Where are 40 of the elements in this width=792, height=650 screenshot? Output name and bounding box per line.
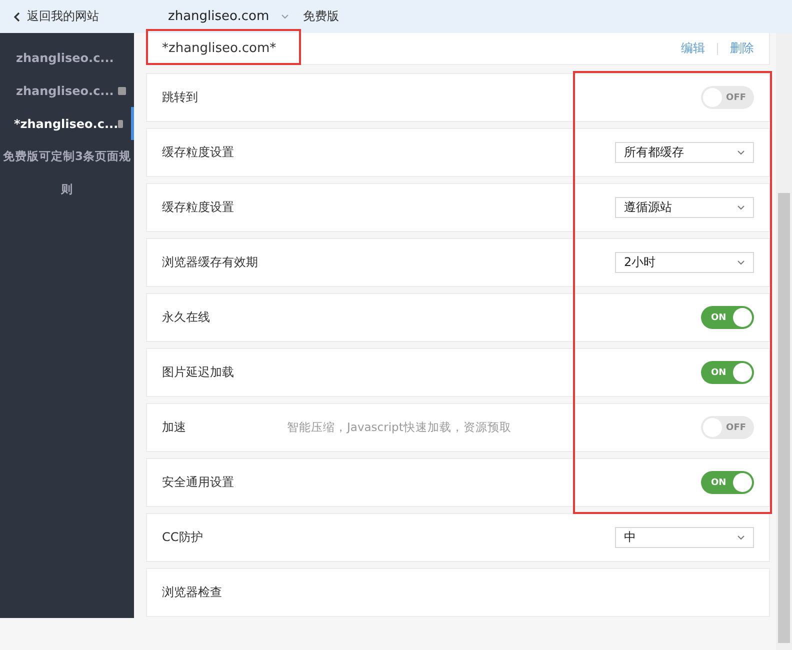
sidebar-item[interactable]: zhangliseo.c... [0, 41, 134, 74]
chevron-left-icon [13, 12, 20, 22]
setting-label: 图片延迟加载 [162, 364, 235, 381]
toggle-switch[interactable]: ON [701, 361, 754, 384]
sidebar-note: 免费版可定制3条页面规则 [2, 148, 132, 198]
caret-icon [737, 260, 745, 265]
setting-hint: 智能压缩，Javascript快速加载，资源预取 [287, 420, 512, 435]
setting-label: 缓存粒度设置 [162, 199, 235, 216]
back-link[interactable]: 返回我的网站 [0, 8, 168, 25]
setting-label: 永久在线 [162, 309, 211, 326]
caret-icon [737, 205, 745, 210]
action-link[interactable]: 删除 [730, 40, 754, 57]
plan-label: 免费版 [303, 8, 340, 25]
setting-label: 浏览器检查 [162, 584, 223, 601]
sidebar-item[interactable]: *zhangliseo.c... [0, 107, 134, 140]
scrollbar[interactable] [776, 33, 792, 650]
sidebar-item[interactable]: zhangliseo.c... [0, 74, 134, 107]
toggle-switch[interactable]: OFF [701, 86, 754, 109]
setting-label: 安全通用设置 [162, 474, 235, 491]
setting-label: 加速 [162, 419, 187, 436]
rule-title: *zhangliseo.com* [162, 41, 278, 56]
sidebar-item-label: *zhangliseo.c... [14, 116, 118, 130]
select-dropdown[interactable]: 所有都缓存 [615, 142, 754, 163]
select-dropdown[interactable]: 遵循源站 [615, 197, 754, 218]
toggle-switch[interactable]: ON [701, 471, 754, 494]
setting-label: 跳转到 [162, 89, 199, 106]
site-dropdown[interactable]: zhangliseo.com [168, 9, 290, 24]
action-link[interactable]: 编辑 [681, 40, 705, 57]
sidebar-item-label: zhangliseo.c... [16, 84, 115, 98]
caret-icon [737, 150, 745, 155]
caret-icon [281, 14, 290, 19]
setting-label: 浏览器缓存有效期 [162, 254, 259, 271]
sidebar-item-label: zhangliseo.c... [16, 50, 115, 64]
caret-icon [737, 535, 745, 540]
select-dropdown[interactable]: 中 [615, 527, 754, 548]
setting-label: CC防护 [162, 529, 204, 546]
toggle-switch[interactable]: ON [701, 306, 754, 329]
setting-label: 缓存粒度设置 [162, 144, 235, 161]
select-dropdown[interactable]: 2小时 [615, 252, 754, 273]
toggle-switch[interactable]: OFF [701, 416, 754, 439]
